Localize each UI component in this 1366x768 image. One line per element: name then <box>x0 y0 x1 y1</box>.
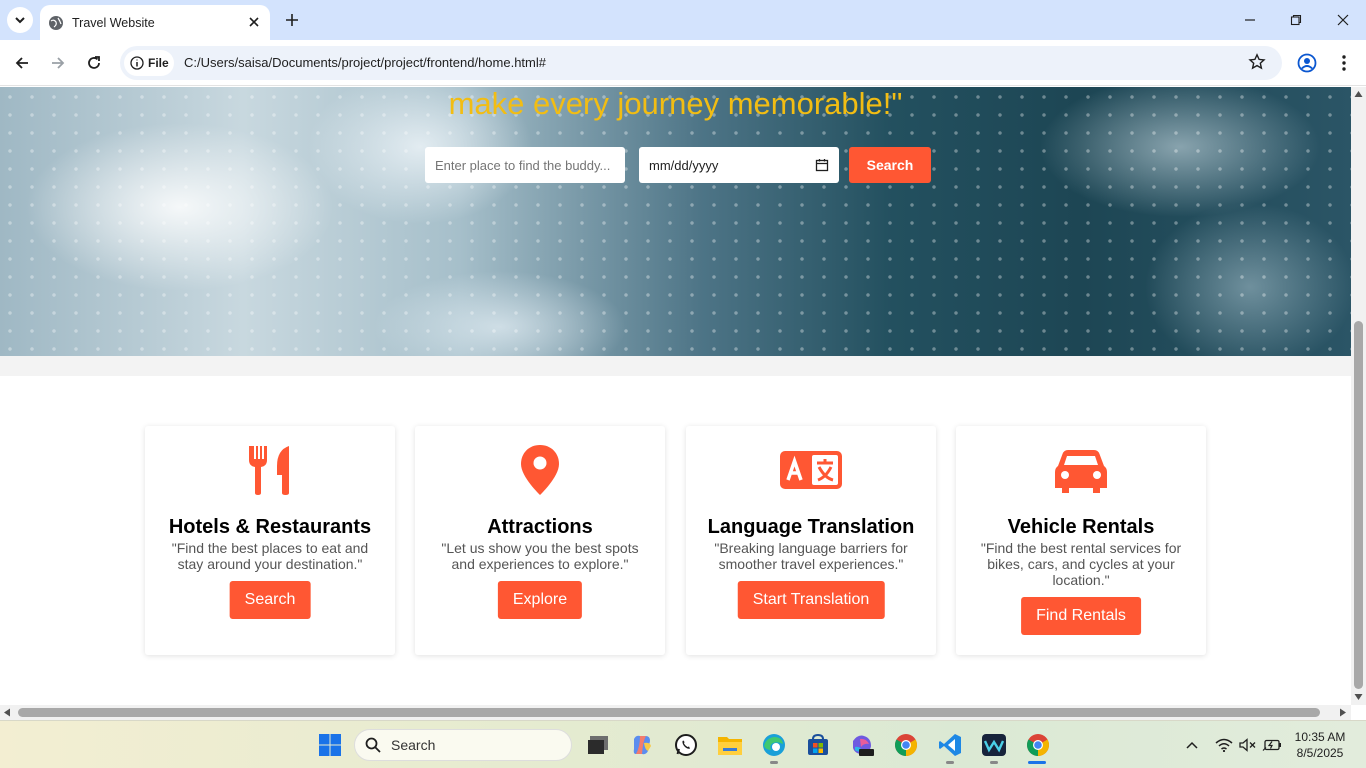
card-description: "Breaking language barriers for smoother… <box>714 540 908 572</box>
attractions-card: Attractions "Let us show you the best sp… <box>415 426 665 655</box>
hotels-card: Hotels & Restaurants "Find the best plac… <box>145 426 395 655</box>
find-rentals-button[interactable]: Find Rentals <box>1021 597 1141 635</box>
translation-card: Language Translation "Breaking language … <box>686 426 936 655</box>
section-divider <box>0 356 1351 376</box>
task-view-icon[interactable] <box>584 731 612 759</box>
microsoft-store-icon[interactable] <box>804 731 832 759</box>
webex-icon[interactable] <box>980 731 1008 759</box>
place-search-input[interactable] <box>425 147 625 183</box>
card-title: Hotels & Restaurants <box>168 516 372 538</box>
scroll-left-arrow-icon[interactable] <box>3 708 11 717</box>
vertical-scroll-thumb[interactable] <box>1354 321 1363 689</box>
site-info-chip[interactable]: File <box>124 50 174 76</box>
scroll-down-arrow-icon[interactable] <box>1354 693 1363 701</box>
url-text[interactable]: C:/Users/saisa/Documents/project/project… <box>184 55 546 70</box>
card-description: "Find the best places to eat and stay ar… <box>171 540 369 572</box>
system-clock[interactable]: 10:35 AM 8/5/2025 <box>1290 729 1350 761</box>
explore-button[interactable]: Explore <box>497 581 583 619</box>
tray-chevron-up-icon[interactable] <box>1178 731 1206 759</box>
vertical-scrollbar[interactable] <box>1351 87 1366 705</box>
card-title: Attractions <box>487 516 593 538</box>
browser-tab[interactable]: Travel Website <box>40 5 270 40</box>
chevron-down-icon <box>15 17 25 24</box>
clock-date: 8/5/2025 <box>1296 746 1344 760</box>
chrome-icon[interactable] <box>892 731 920 759</box>
scroll-right-arrow-icon[interactable] <box>1339 708 1347 717</box>
windows-taskbar: Search 10:35 AM 8/5/2025 <box>0 720 1366 768</box>
start-translation-button[interactable]: Start Translation <box>737 581 885 619</box>
menu-dots-icon[interactable] <box>1334 53 1354 73</box>
browser-toolbar: File C:/Users/saisa/Documents/project/pr… <box>0 40 1366 86</box>
taskbar-search-label: Search <box>391 737 436 753</box>
forward-arrow-icon[interactable] <box>48 53 68 73</box>
info-icon <box>130 56 144 70</box>
clock-time: 10:35 AM <box>1294 730 1346 744</box>
copilot-icon[interactable] <box>628 731 656 759</box>
new-tab-icon[interactable] <box>282 10 302 30</box>
card-title: Vehicle Rentals <box>1007 516 1155 538</box>
hero-title: make every journey memorable!" <box>448 87 903 121</box>
date-placeholder: mm/dd/yyyy <box>649 157 719 173</box>
reload-icon[interactable] <box>84 53 104 73</box>
rentals-card: Vehicle Rentals "Find the best rental se… <box>956 426 1206 655</box>
hero-section: make every journey memorable!" mm/dd/yyy… <box>0 87 1351 356</box>
battery-icon[interactable] <box>1258 731 1286 759</box>
profile-icon[interactable] <box>1297 53 1317 73</box>
chrome-active-icon[interactable] <box>1024 731 1052 759</box>
scroll-up-arrow-icon[interactable] <box>1354 90 1363 98</box>
file-explorer-icon[interactable] <box>716 731 744 759</box>
card-title: Language Translation <box>707 516 915 538</box>
car-icon <box>956 444 1206 500</box>
map-pin-icon <box>415 444 665 500</box>
card-description: "Find the best rental services for bikes… <box>980 540 1182 588</box>
tab-bar: Travel Website <box>0 0 1366 40</box>
active-indicator <box>1028 761 1046 764</box>
running-indicator <box>770 761 778 764</box>
tab-title: Travel Website <box>72 15 155 30</box>
search-icon <box>365 737 381 753</box>
vscode-icon[interactable] <box>936 731 964 759</box>
search-hotels-button[interactable]: Search <box>229 581 311 619</box>
card-description: "Let us show you the best spots and expe… <box>441 540 639 572</box>
whatsapp-icon[interactable] <box>672 731 700 759</box>
date-input[interactable]: mm/dd/yyyy <box>639 147 839 183</box>
close-tab-icon[interactable] <box>246 14 262 30</box>
tab-search-button[interactable] <box>7 7 33 33</box>
running-indicator <box>946 761 954 764</box>
bookmark-star-icon[interactable] <box>1248 53 1268 73</box>
globe-icon <box>48 15 64 31</box>
file-label: File <box>148 56 169 70</box>
ocean-background <box>0 87 1351 356</box>
windows-start-icon[interactable] <box>316 731 344 759</box>
page-viewport: make every journey memorable!" mm/dd/yyy… <box>0 87 1351 705</box>
calendar-icon[interactable] <box>815 158 829 172</box>
restore-icon[interactable] <box>1286 10 1306 30</box>
close-window-icon[interactable] <box>1333 10 1353 30</box>
edge-browser-icon[interactable] <box>760 731 788 759</box>
running-indicator <box>990 761 998 764</box>
address-bar[interactable]: File C:/Users/saisa/Documents/project/pr… <box>120 46 1282 80</box>
utensils-icon <box>145 444 395 500</box>
translate-icon <box>686 444 936 500</box>
taskbar-search[interactable]: Search <box>354 729 572 761</box>
horizontal-scrollbar[interactable] <box>0 705 1351 720</box>
horizontal-scroll-thumb[interactable] <box>18 708 1320 717</box>
minimize-icon[interactable] <box>1240 10 1260 30</box>
hero-search-button[interactable]: Search <box>849 147 931 183</box>
m365-icon[interactable] <box>848 731 876 759</box>
back-arrow-icon[interactable] <box>12 53 32 73</box>
